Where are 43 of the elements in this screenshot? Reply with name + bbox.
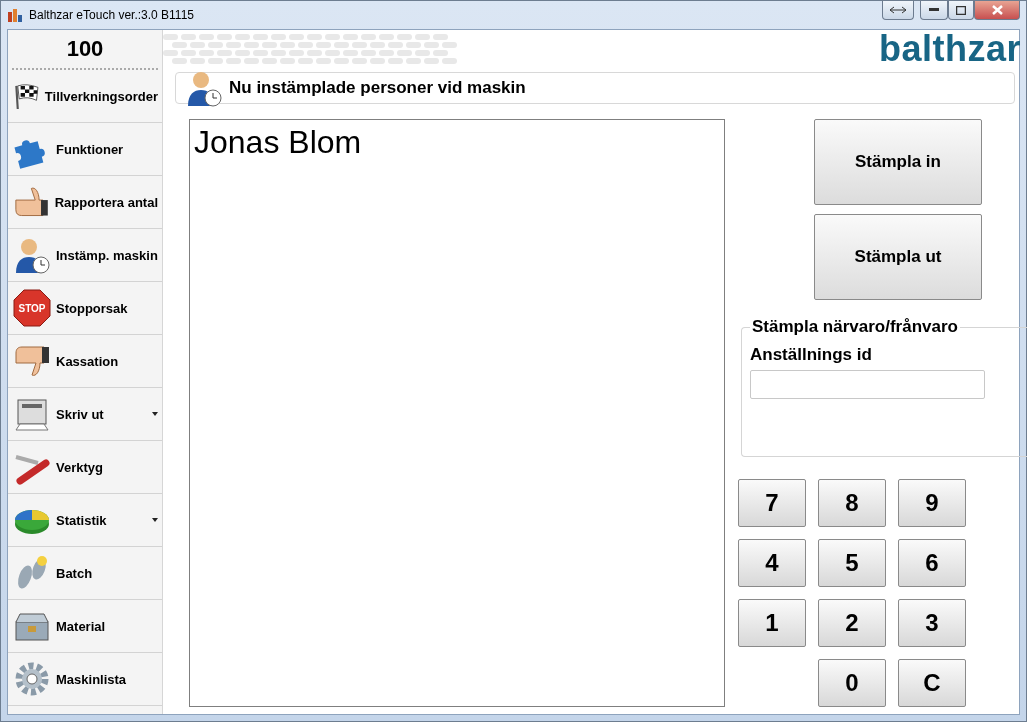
sidebar-item[interactable]: Batch xyxy=(8,547,162,600)
keypad-key[interactable]: 2 xyxy=(818,599,886,647)
sidebar-item[interactable]: Verktyg xyxy=(8,441,162,494)
keypad-key[interactable]: 9 xyxy=(898,479,966,527)
maximize-icon xyxy=(956,5,966,15)
keypad-key[interactable]: 1 xyxy=(738,599,806,647)
close-icon xyxy=(991,5,1003,15)
sidebar-item[interactable]: Tillverkningsorder xyxy=(8,70,162,123)
stamp-button[interactable]: Stämpla ut xyxy=(814,214,982,300)
minimize-button[interactable] xyxy=(920,1,948,20)
stop-sign-icon: STOP xyxy=(12,288,52,328)
keypad-key[interactable]: 7 xyxy=(738,479,806,527)
keypad-key[interactable]: 6 xyxy=(898,539,966,587)
stamp-button[interactable]: Stämpla in xyxy=(814,119,982,205)
panel-title: Nu instämplade personer vid maskin xyxy=(229,78,526,98)
keypad-key[interactable]: 5 xyxy=(818,539,886,587)
sidebar-item[interactable]: Skriv ut xyxy=(8,388,162,441)
keypad-key[interactable]: 4 xyxy=(738,539,806,587)
counter-value: 100 xyxy=(12,30,158,70)
maximize-button[interactable] xyxy=(948,1,974,20)
minimize-icon xyxy=(929,8,939,12)
field-label: Anställnings id xyxy=(750,345,873,365)
person-name[interactable]: Jonas Blom xyxy=(194,124,720,161)
sidebar-item[interactable]: Statistik xyxy=(8,494,162,547)
sidebar-item[interactable]: Rapportera antal xyxy=(8,176,162,229)
sidebar-item[interactable]: STOP Stopporsak xyxy=(8,282,162,335)
sidebar-item[interactable]: Material xyxy=(8,600,162,653)
sidebar-item[interactable]: Maskinlista xyxy=(8,653,162,706)
input-field[interactable] xyxy=(750,370,985,399)
group-legend: Stämpla närvaro/frånvaro xyxy=(750,317,960,337)
sidebar-item[interactable]: Instämp. maskin xyxy=(8,229,162,282)
keypad-key[interactable]: 3 xyxy=(898,599,966,647)
keypad-key[interactable]: 8 xyxy=(818,479,886,527)
close-button[interactable] xyxy=(974,1,1020,20)
keypad-key[interactable]: 0 xyxy=(818,659,886,707)
bar-chart-icon xyxy=(7,7,23,23)
resize-button[interactable] xyxy=(882,1,914,20)
sidebar-item[interactable]: Kassation xyxy=(8,335,162,388)
keypad-key[interactable]: C xyxy=(898,659,966,707)
double-arrow-icon xyxy=(889,6,907,14)
sidebar-item[interactable]: Funktioner xyxy=(8,123,162,176)
logo-text: balthzar xyxy=(878,28,1021,70)
window-title: Balthzar eTouch ver.:3.0 B1115 xyxy=(29,8,195,22)
